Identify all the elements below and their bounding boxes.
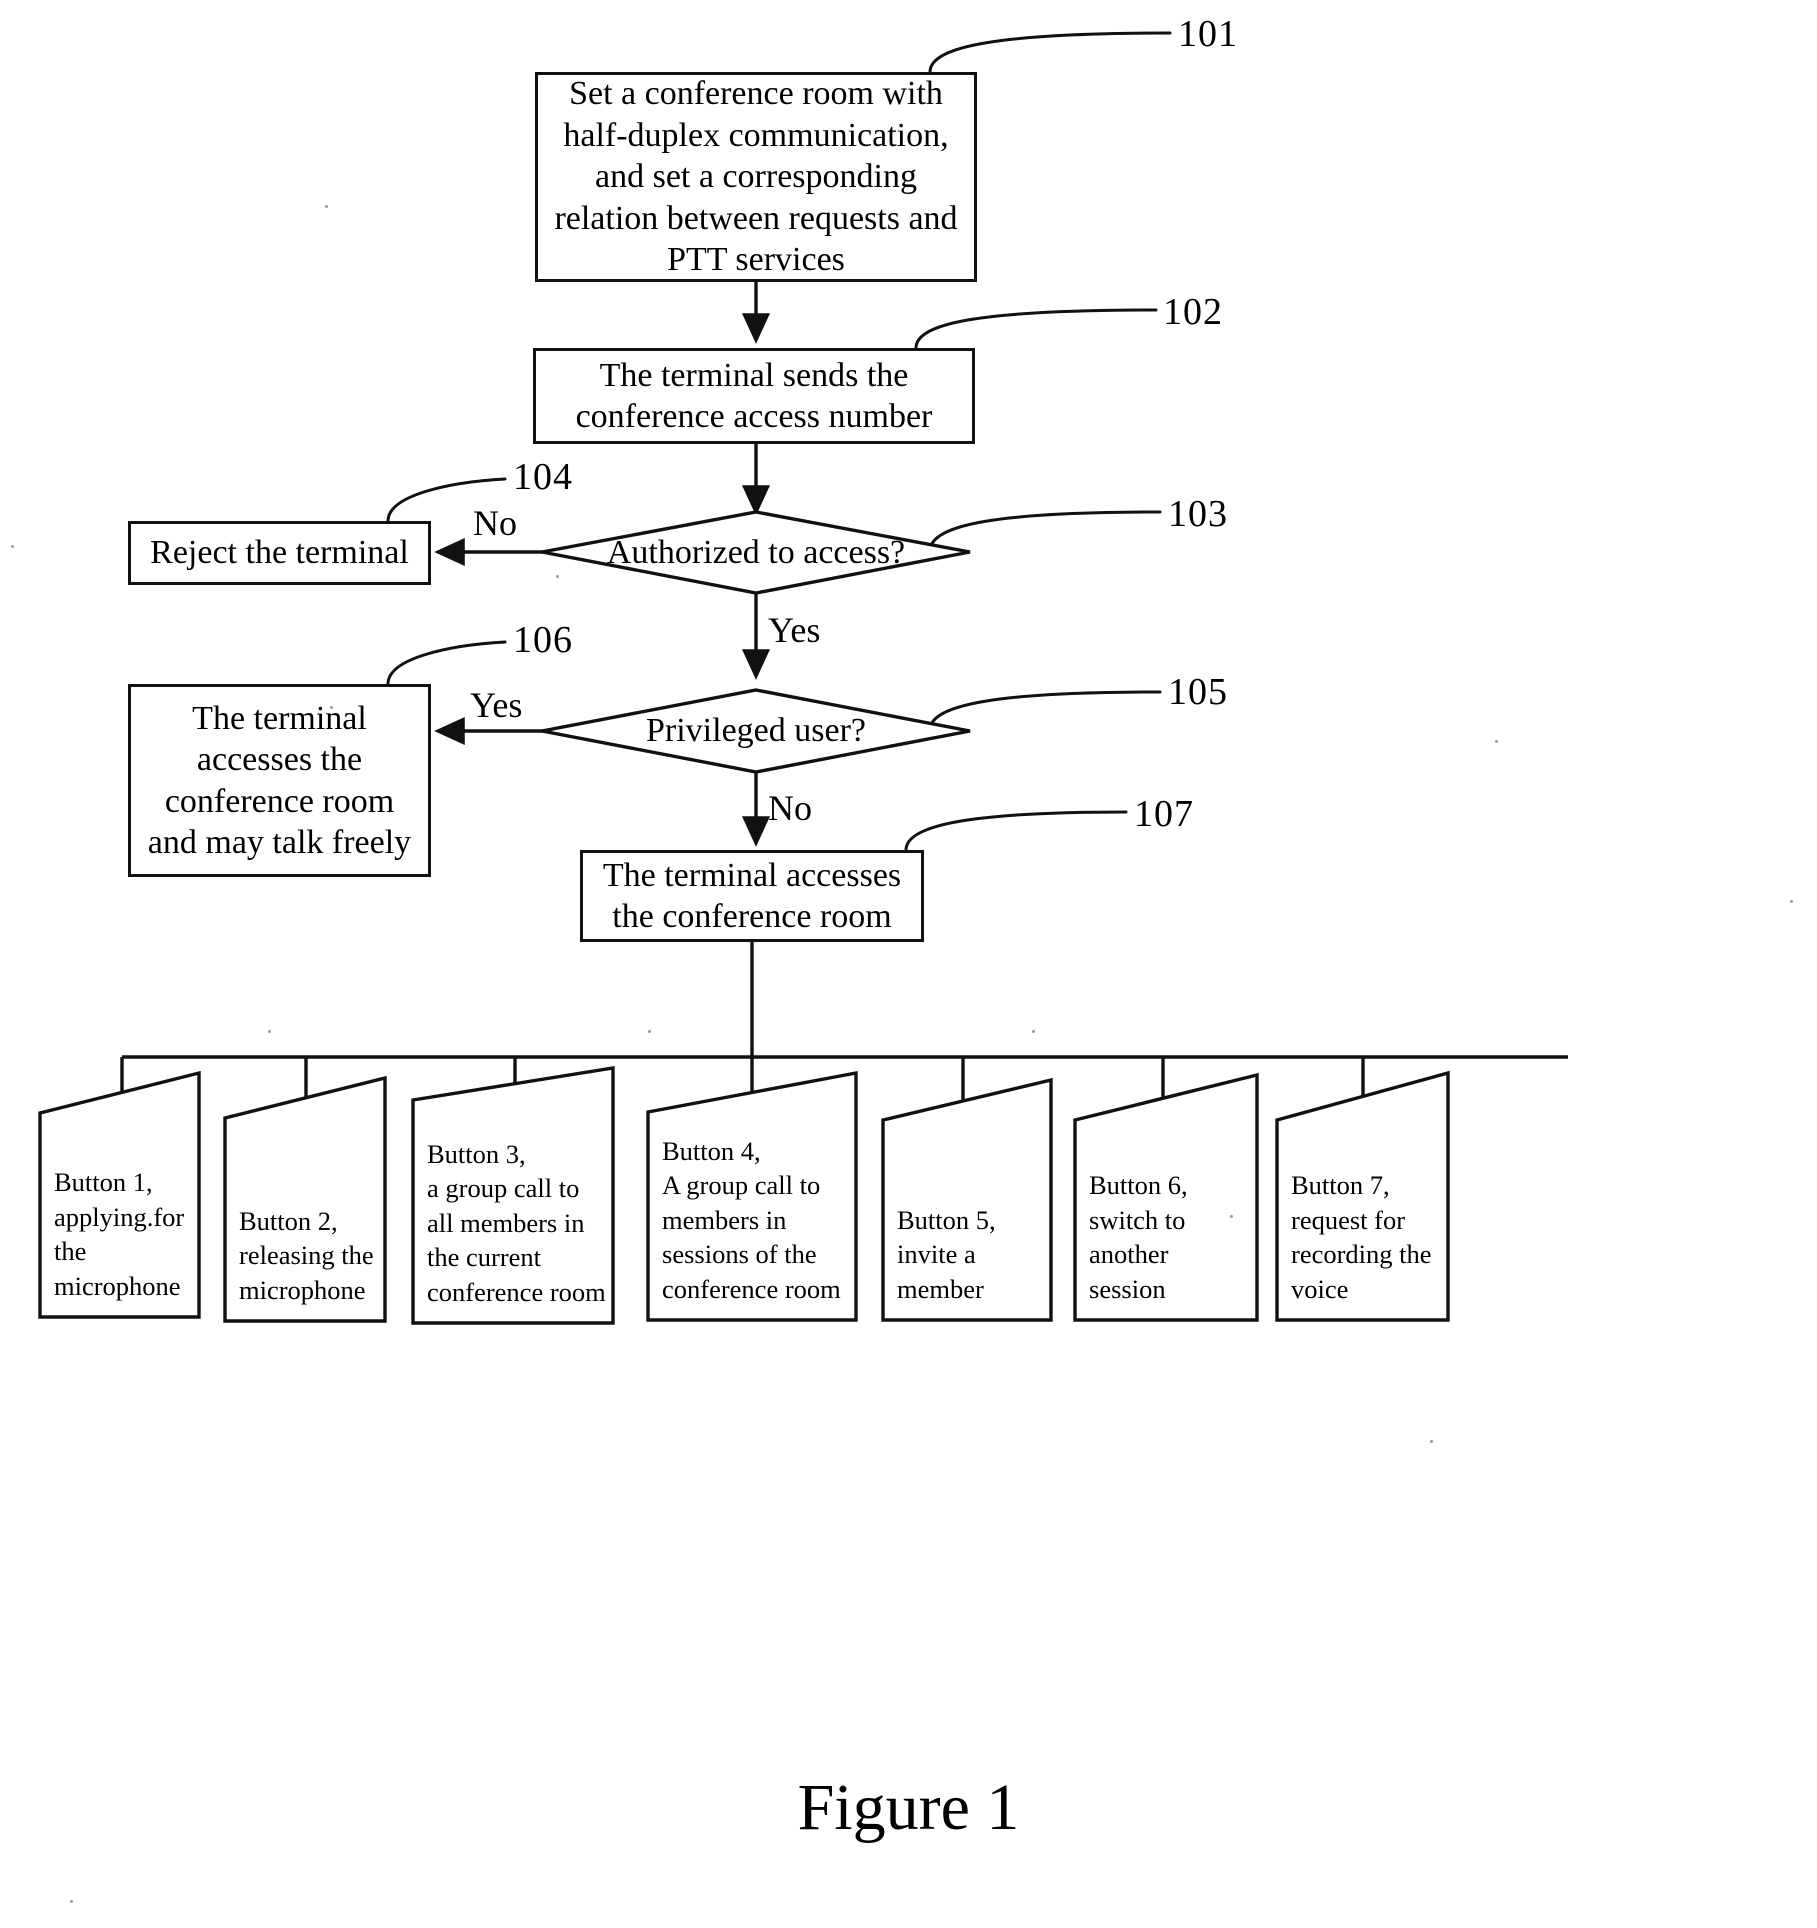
scan-speck — [1032, 1030, 1035, 1033]
button-6: Button 6, switch to another session — [1075, 1075, 1257, 1320]
button-6-title: Button 6, — [1089, 1170, 1188, 1201]
ref-number-105: 105 — [1168, 671, 1228, 713]
scan-speck — [268, 1030, 271, 1033]
button-1-title: Button 1, — [54, 1167, 153, 1198]
scan-speck — [648, 1030, 651, 1033]
button-2: Button 2, releasing the microphone — [225, 1078, 385, 1321]
process-box-104: Reject the terminal — [128, 521, 431, 585]
ref-number-104: 104 — [513, 456, 573, 498]
process-box-106-label: The terminal accesses the conference roo… — [147, 699, 412, 861]
decision-103: Authorized to access? — [542, 512, 970, 593]
leader-101 — [928, 31, 1172, 74]
edge-label-yes-103: Yes — [768, 610, 821, 650]
scan-speck — [1230, 1215, 1233, 1218]
button-5-title: Button 5, — [897, 1204, 996, 1235]
scan-speck — [1430, 1440, 1433, 1443]
button-4-title: Button 4, — [662, 1135, 761, 1166]
decision-105: Privileged user? — [542, 690, 970, 772]
edge-label-no-103: No — [473, 503, 517, 543]
scan-speck — [11, 545, 14, 548]
button-1-desc: applying.for the microphone — [54, 1201, 185, 1301]
process-box-101: Set a conference room with half-duplex c… — [535, 72, 977, 282]
decision-105-label: Privileged user? — [646, 712, 866, 749]
process-box-107-label: The terminal accesses the conference roo… — [602, 856, 902, 935]
button-5-text: Button 5, invite a member — [897, 1203, 1045, 1306]
button-3: Button 3, a group call to all members in… — [413, 1068, 613, 1323]
process-box-106: The terminal accesses the conference roo… — [128, 684, 431, 877]
button-2-text: Button 2, releasing the microphone — [239, 1204, 379, 1307]
process-box-101-label: Set a conference room with half-duplex c… — [554, 75, 958, 279]
button-7-text: Button 7, request for recording the voic… — [1291, 1168, 1442, 1306]
decision-103-label: Authorized to access? — [606, 533, 906, 571]
button-6-text: Button 6, switch to another session — [1089, 1168, 1251, 1306]
button-3-desc: a group call to all members in the curre… — [427, 1173, 606, 1307]
scan-speck — [1495, 740, 1498, 743]
button-1: Button 1, applying.for the microphone — [40, 1073, 199, 1317]
process-box-104-label: Reject the terminal — [150, 534, 409, 572]
scan-speck — [325, 205, 328, 208]
button-4: Button 4, A group call to members in ses… — [648, 1073, 856, 1320]
edge-label-yes-105: Yes — [470, 685, 523, 725]
button-1-text: Button 1, applying.for the microphone — [54, 1165, 193, 1303]
scan-speck — [556, 575, 559, 578]
leader-107 — [904, 810, 1128, 852]
button-2-title: Button 2, — [239, 1205, 338, 1236]
ref-number-103: 103 — [1168, 493, 1228, 535]
button-6-desc: switch to another session — [1089, 1204, 1186, 1304]
ref-number-102: 102 — [1163, 291, 1223, 333]
scan-speck — [1790, 900, 1793, 903]
button-7-desc: request for recording the voice — [1291, 1204, 1432, 1304]
edge-label-no-105: No — [768, 788, 812, 828]
process-box-107: The terminal accesses the conference roo… — [580, 850, 924, 942]
ref-number-101: 101 — [1178, 13, 1238, 55]
button-4-desc: A group call to members in sessions of t… — [662, 1170, 841, 1304]
ref-number-106: 106 — [513, 619, 573, 661]
scan-speck — [70, 1900, 73, 1903]
process-box-102: The terminal sends the conference access… — [533, 348, 975, 444]
button-2-desc: releasing the microphone — [239, 1240, 374, 1305]
figure-caption: Figure 1 — [797, 1771, 1020, 1844]
button-3-text: Button 3, a group call to all members in… — [427, 1137, 607, 1309]
button-5: Button 5, invite a member — [883, 1080, 1051, 1320]
connector-layer — [38, 31, 1568, 1325]
button-4-text: Button 4, A group call to members in ses… — [662, 1134, 850, 1306]
scan-speck — [330, 706, 333, 709]
button-7: Button 7, request for recording the voic… — [1277, 1073, 1448, 1320]
figure-canvas: Set a conference room with half-duplex c… — [0, 0, 1817, 1928]
process-box-102-label: The terminal sends the conference access… — [575, 356, 933, 435]
leader-106 — [386, 640, 507, 686]
button-5-desc: invite a member — [897, 1239, 984, 1304]
button-7-title: Button 7, — [1291, 1170, 1390, 1201]
button-3-title: Button 3, — [427, 1138, 526, 1169]
ref-number-107: 107 — [1134, 793, 1194, 835]
leader-102 — [914, 308, 1158, 350]
